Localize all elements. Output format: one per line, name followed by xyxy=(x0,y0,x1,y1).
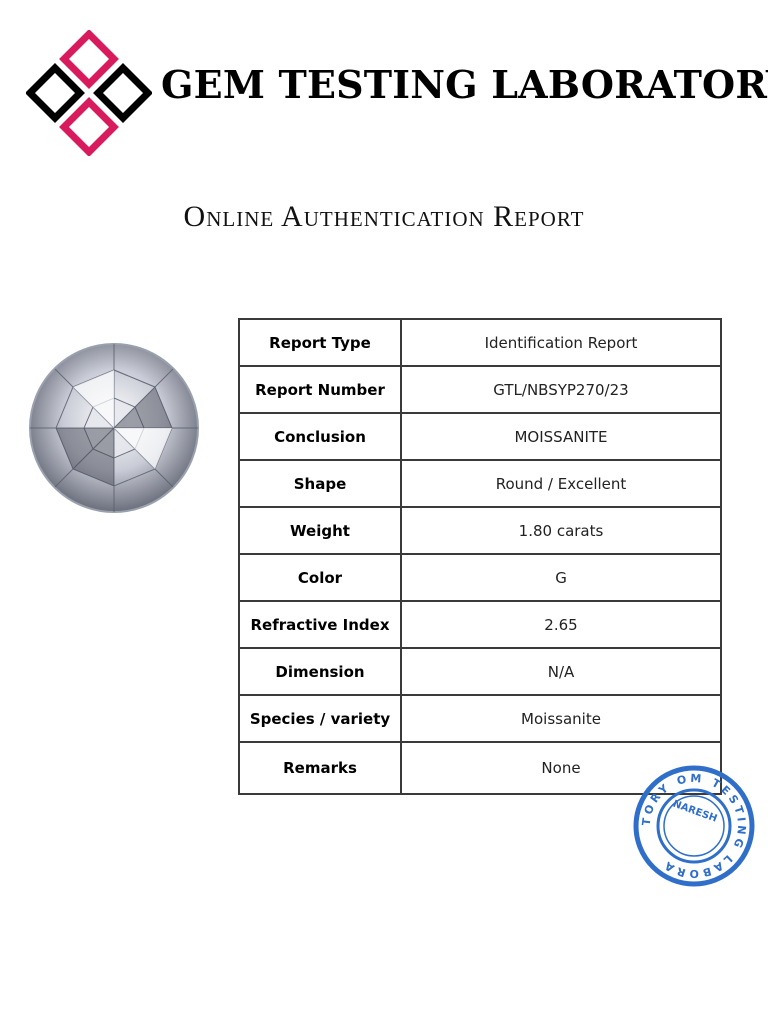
row-label: Dimension xyxy=(238,647,402,696)
table-row: Report Type Identification Report xyxy=(238,318,722,367)
row-value: Round / Excellent xyxy=(400,459,722,508)
table-row: Report Number GTL/NBSYP270/23 xyxy=(238,365,722,414)
row-value: N/A xyxy=(400,647,722,696)
row-value: Moissanite xyxy=(400,694,722,743)
table-row: Refractive Index 2.65 xyxy=(238,600,722,649)
row-value: G xyxy=(400,553,722,602)
row-value: GTL/NBSYP270/23 xyxy=(400,365,722,414)
report-title: Online Authentication Report xyxy=(183,200,585,233)
row-label: Report Type xyxy=(238,318,402,367)
table-row: Shape Round / Excellent xyxy=(238,459,722,508)
row-label: Remarks xyxy=(238,741,402,795)
row-label: Refractive Index xyxy=(238,600,402,649)
table-row: Weight 1.80 carats xyxy=(238,506,722,555)
stamp-center-text: NARESH xyxy=(671,799,718,825)
svg-text:TORY OM TESTING LABORA: TORY OM TESTING LABORA xyxy=(640,772,749,881)
table-row: Color G xyxy=(238,553,722,602)
row-value: 2.65 xyxy=(400,600,722,649)
header: GEM TESTING LABORATORY xyxy=(0,0,768,180)
stamp-ring-text: TORY OM TESTING LABORA xyxy=(640,772,745,881)
authentication-stamp-icon: TORY OM TESTING LABORA NARESH xyxy=(633,765,755,887)
table-row: Dimension N/A xyxy=(238,647,722,696)
row-label: Color xyxy=(238,553,402,602)
row-label: Report Number xyxy=(238,365,402,414)
table-row: Conclusion MOISSANITE xyxy=(238,412,722,461)
round-brilliant-gemstone-image xyxy=(29,343,199,513)
row-label: Conclusion xyxy=(238,412,402,461)
table-row: Species / variety Moissanite xyxy=(238,694,722,743)
row-value: Identification Report xyxy=(400,318,722,367)
row-value: MOISSANITE xyxy=(400,412,722,461)
row-label: Shape xyxy=(238,459,402,508)
row-value: 1.80 carats xyxy=(400,506,722,555)
report-table: Report Type Identification Report Report… xyxy=(238,318,722,795)
row-label: Weight xyxy=(238,506,402,555)
row-label: Species / variety xyxy=(238,694,402,743)
brand-name: GEM TESTING LABORATORY xyxy=(161,62,768,107)
diamond-pattern-logo-icon xyxy=(26,30,152,156)
